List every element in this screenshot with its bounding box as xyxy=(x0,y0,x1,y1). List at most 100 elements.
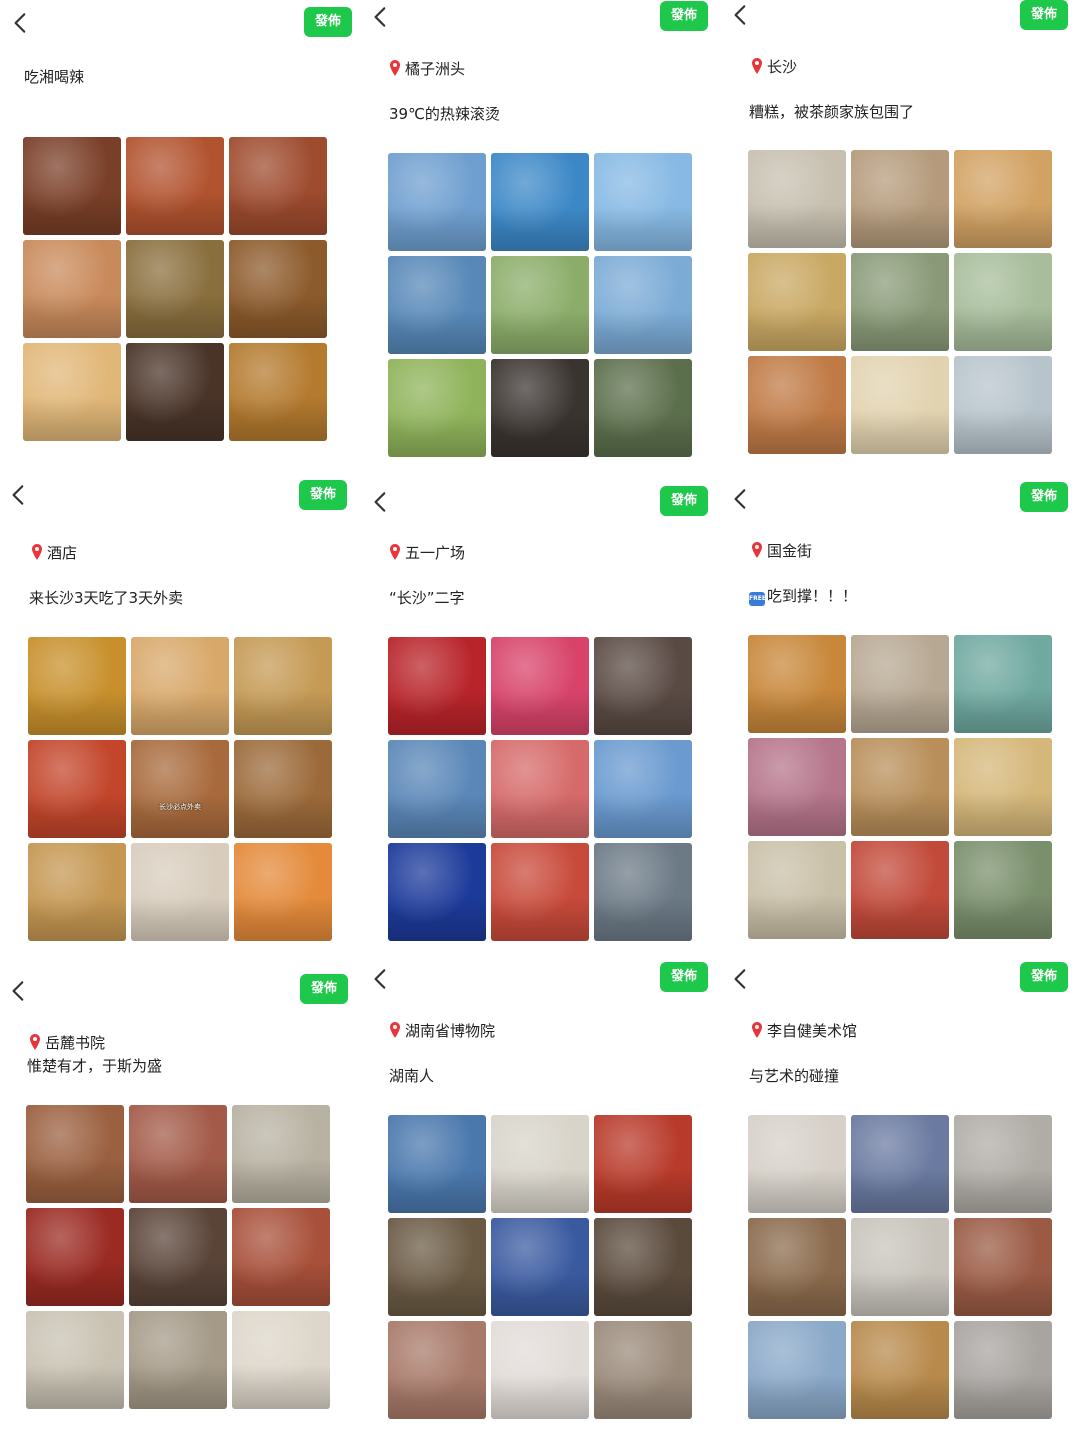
photo-thumbnail[interactable] xyxy=(748,253,846,351)
photo-thumbnail[interactable] xyxy=(954,1321,1052,1419)
photo-thumbnail[interactable] xyxy=(234,637,332,735)
photo-thumbnail[interactable] xyxy=(851,253,949,351)
photo-thumbnail[interactable] xyxy=(594,359,692,457)
photo-thumbnail[interactable] xyxy=(594,256,692,354)
photo-thumbnail[interactable] xyxy=(594,153,692,251)
post-button[interactable]: 發佈 xyxy=(1020,0,1068,30)
photo-thumbnail[interactable] xyxy=(491,1218,589,1316)
post-button[interactable]: 發佈 xyxy=(299,480,347,510)
photo-thumbnail[interactable] xyxy=(594,637,692,735)
photo-thumbnail[interactable] xyxy=(954,1115,1052,1213)
back-chevron-icon[interactable] xyxy=(6,482,32,508)
photo-thumbnail[interactable] xyxy=(388,843,486,941)
photo-thumbnail[interactable] xyxy=(748,738,846,836)
photo-thumbnail[interactable] xyxy=(26,1105,124,1203)
photo-thumbnail[interactable] xyxy=(748,356,846,454)
photo-thumbnail[interactable] xyxy=(23,137,121,235)
photo-thumbnail[interactable] xyxy=(748,150,846,248)
location-tag[interactable]: 湖南省博物院 xyxy=(390,1020,495,1040)
photo-thumbnail[interactable] xyxy=(594,1218,692,1316)
photo-thumbnail[interactable] xyxy=(748,841,846,939)
photo-thumbnail[interactable] xyxy=(28,843,126,941)
back-chevron-icon[interactable] xyxy=(728,2,754,28)
photo-thumbnail[interactable] xyxy=(851,356,949,454)
post-button[interactable]: 發佈 xyxy=(300,974,348,1004)
location-tag[interactable]: 李自健美术馆 xyxy=(752,1020,857,1040)
photo-thumbnail[interactable] xyxy=(388,1115,486,1213)
back-chevron-icon[interactable] xyxy=(368,966,394,992)
back-chevron-icon[interactable] xyxy=(6,978,32,1004)
photo-thumbnail[interactable] xyxy=(129,1105,227,1203)
photo-thumbnail[interactable] xyxy=(388,359,486,457)
photo-thumbnail[interactable] xyxy=(126,343,224,441)
photo-thumbnail[interactable] xyxy=(23,343,121,441)
photo-thumbnail[interactable] xyxy=(851,1218,949,1316)
photo-thumbnail[interactable] xyxy=(491,740,589,838)
photo-thumbnail[interactable] xyxy=(851,841,949,939)
back-chevron-icon[interactable] xyxy=(728,966,754,992)
photo-thumbnail[interactable] xyxy=(491,1321,589,1419)
photo-thumbnail[interactable] xyxy=(129,1208,227,1306)
photo-thumbnail[interactable] xyxy=(748,1115,846,1213)
photo-thumbnail[interactable] xyxy=(28,637,126,735)
photo-thumbnail[interactable] xyxy=(954,356,1052,454)
back-chevron-icon[interactable] xyxy=(368,4,394,30)
photo-thumbnail[interactable] xyxy=(234,740,332,838)
photo-thumbnail[interactable] xyxy=(594,843,692,941)
post-button[interactable]: 發佈 xyxy=(660,1,708,31)
photo-thumbnail[interactable] xyxy=(388,637,486,735)
photo-thumbnail[interactable] xyxy=(851,1115,949,1213)
post-button[interactable]: 發佈 xyxy=(304,7,352,37)
photo-thumbnail[interactable] xyxy=(126,240,224,338)
photo-thumbnail[interactable] xyxy=(232,1208,330,1306)
back-chevron-icon[interactable] xyxy=(728,486,754,512)
location-tag[interactable]: 国金街 xyxy=(752,540,812,560)
photo-thumbnail[interactable] xyxy=(594,1321,692,1419)
photo-thumbnail[interactable] xyxy=(851,738,949,836)
photo-thumbnail[interactable] xyxy=(954,253,1052,351)
photo-thumbnail[interactable] xyxy=(491,637,589,735)
photo-thumbnail[interactable] xyxy=(491,256,589,354)
photo-thumbnail[interactable] xyxy=(388,1218,486,1316)
photo-thumbnail[interactable] xyxy=(851,150,949,248)
back-chevron-icon[interactable] xyxy=(8,10,34,36)
back-chevron-icon[interactable] xyxy=(368,489,394,515)
photo-thumbnail[interactable] xyxy=(129,1311,227,1409)
post-button[interactable]: 發佈 xyxy=(1020,962,1068,992)
photo-thumbnail[interactable] xyxy=(594,740,692,838)
photo-thumbnail[interactable] xyxy=(954,150,1052,248)
location-tag[interactable]: 长沙 xyxy=(752,56,797,76)
location-tag[interactable]: 酒店 xyxy=(32,542,77,562)
photo-thumbnail[interactable] xyxy=(388,740,486,838)
photo-thumbnail[interactable] xyxy=(851,635,949,733)
photo-thumbnail[interactable] xyxy=(26,1208,124,1306)
photo-thumbnail[interactable] xyxy=(131,843,229,941)
location-tag[interactable]: 岳麓书院 xyxy=(30,1032,105,1052)
photo-thumbnail[interactable] xyxy=(491,1115,589,1213)
photo-thumbnail[interactable] xyxy=(126,137,224,235)
photo-thumbnail[interactable] xyxy=(388,1321,486,1419)
photo-thumbnail[interactable] xyxy=(234,843,332,941)
photo-thumbnail[interactable] xyxy=(229,343,327,441)
photo-thumbnail[interactable] xyxy=(491,153,589,251)
photo-thumbnail[interactable] xyxy=(23,240,121,338)
photo-thumbnail[interactable] xyxy=(26,1311,124,1409)
photo-thumbnail[interactable] xyxy=(232,1105,330,1203)
photo-thumbnail[interactable] xyxy=(491,843,589,941)
photo-thumbnail[interactable] xyxy=(594,1115,692,1213)
location-tag[interactable]: 橘子洲头 xyxy=(390,58,465,78)
photo-thumbnail[interactable]: 长沙必点外卖 xyxy=(131,740,229,838)
location-tag[interactable]: 五一广场 xyxy=(390,542,465,562)
photo-thumbnail[interactable] xyxy=(954,635,1052,733)
photo-thumbnail[interactable] xyxy=(748,1321,846,1419)
photo-thumbnail[interactable] xyxy=(954,738,1052,836)
photo-thumbnail[interactable] xyxy=(28,740,126,838)
photo-thumbnail[interactable] xyxy=(491,359,589,457)
photo-thumbnail[interactable] xyxy=(954,1218,1052,1316)
post-button[interactable]: 發佈 xyxy=(660,962,708,992)
photo-thumbnail[interactable] xyxy=(229,137,327,235)
photo-thumbnail[interactable] xyxy=(131,637,229,735)
photo-thumbnail[interactable] xyxy=(851,1321,949,1419)
photo-thumbnail[interactable] xyxy=(748,635,846,733)
photo-thumbnail[interactable] xyxy=(232,1311,330,1409)
